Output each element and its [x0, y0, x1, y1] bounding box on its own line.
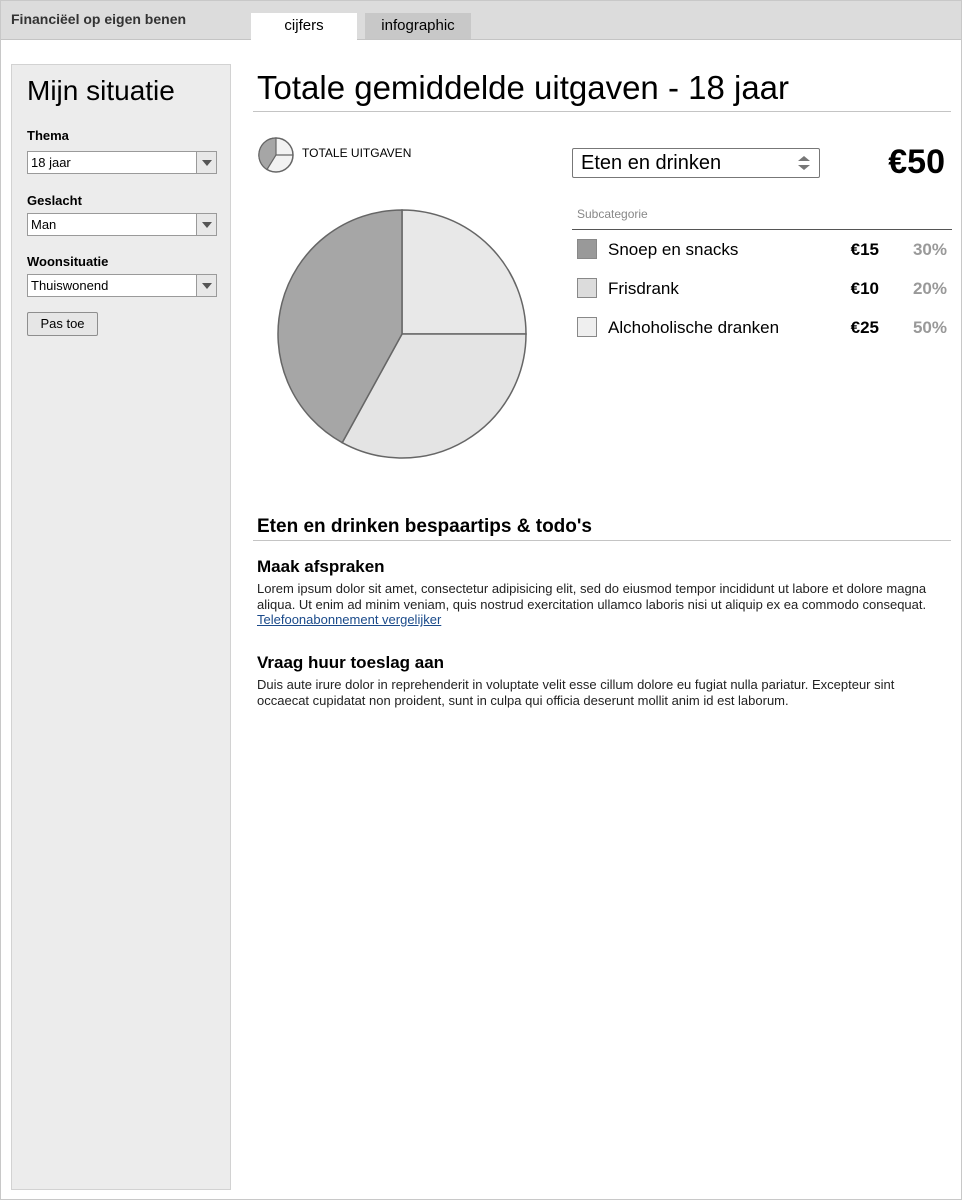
subcategory-percent: 20% — [912, 279, 947, 298]
expenses-pie-chart — [277, 209, 527, 459]
tip-text: Duis aute irure dolor in reprehenderit i… — [257, 677, 895, 708]
thema-label: Thema — [27, 128, 69, 143]
thema-select[interactable]: 18 jaar — [27, 151, 217, 174]
geslacht-select[interactable]: Man — [27, 213, 217, 236]
pie-slice[interactable] — [401, 209, 527, 335]
chevron-down-icon[interactable] — [196, 214, 216, 235]
app-title: Financiëel op eigen benen — [11, 11, 187, 27]
woonsituatie-value: Thuiswonend — [31, 278, 109, 293]
subcategory-percent: 30% — [912, 240, 947, 259]
thema-value: 18 jaar — [31, 155, 71, 170]
subcategory-amount: €25 — [850, 318, 879, 337]
tip-heading: Maak afspraken — [257, 557, 385, 576]
chevron-down-icon[interactable] — [196, 152, 216, 173]
page-title: Totale gemiddelde uitgaven - 18 jaar — [257, 69, 790, 106]
woonsituatie-select[interactable]: Thuiswonend — [27, 274, 217, 297]
sidebar: Mijn situatie Thema 18 jaar Geslacht Man… — [11, 64, 231, 1190]
tip-heading: Vraag huur toeslag aan — [257, 653, 445, 672]
woonsituatie-label: Woonsituatie — [27, 254, 109, 269]
tip-link[interactable]: Telefoonabonnement vergelijker — [257, 612, 441, 627]
geslacht-value: Man — [31, 217, 57, 232]
color-swatch — [577, 317, 597, 337]
apply-button[interactable]: Pas toe — [27, 312, 98, 336]
subcategory-row[interactable]: Alchoholische dranken €25 50% — [577, 317, 949, 339]
color-swatch — [577, 239, 597, 259]
subcategory-amount: €15 — [850, 240, 879, 259]
chevron-down-icon[interactable] — [196, 275, 216, 296]
sidebar-title: Mijn situatie — [27, 75, 175, 106]
color-swatch — [577, 278, 597, 298]
sort-arrows-icon — [798, 156, 810, 170]
subcategory-row[interactable]: Frisdrank €10 20% — [577, 278, 949, 300]
subcategory-name: Frisdrank — [608, 279, 679, 298]
subcategory-name: Snoep en snacks — [608, 240, 739, 259]
pie-chart-icon[interactable] — [257, 136, 295, 174]
tip-text: Lorem ipsum dolor sit amet, consectetur … — [257, 581, 927, 612]
category-total: €50 — [888, 143, 945, 181]
subcategory-name: Alchoholische dranken — [608, 318, 780, 337]
mini-chart-label: TOTALE UITGAVEN — [302, 146, 412, 160]
subcategory-header: Subcategorie — [577, 207, 648, 221]
geslacht-label: Geslacht — [27, 193, 82, 208]
tab-infographic[interactable]: infographic — [365, 13, 471, 39]
subcategory-percent: 50% — [912, 318, 947, 337]
tab-cijfers[interactable]: cijfers — [251, 13, 357, 41]
subcategory-divider — [572, 229, 952, 230]
top-bar: Financiëel op eigen benen cijfers infogr… — [1, 1, 961, 41]
subcategory-amount: €10 — [850, 279, 879, 298]
title-divider — [253, 111, 951, 112]
tips-title: Eten en drinken bespaartips & todo's — [257, 516, 592, 537]
category-select[interactable]: Eten en drinken — [572, 148, 820, 178]
tips-divider — [253, 540, 951, 541]
category-value: Eten en drinken — [581, 152, 722, 174]
subcategory-row[interactable]: Snoep en snacks €15 30% — [577, 239, 949, 261]
